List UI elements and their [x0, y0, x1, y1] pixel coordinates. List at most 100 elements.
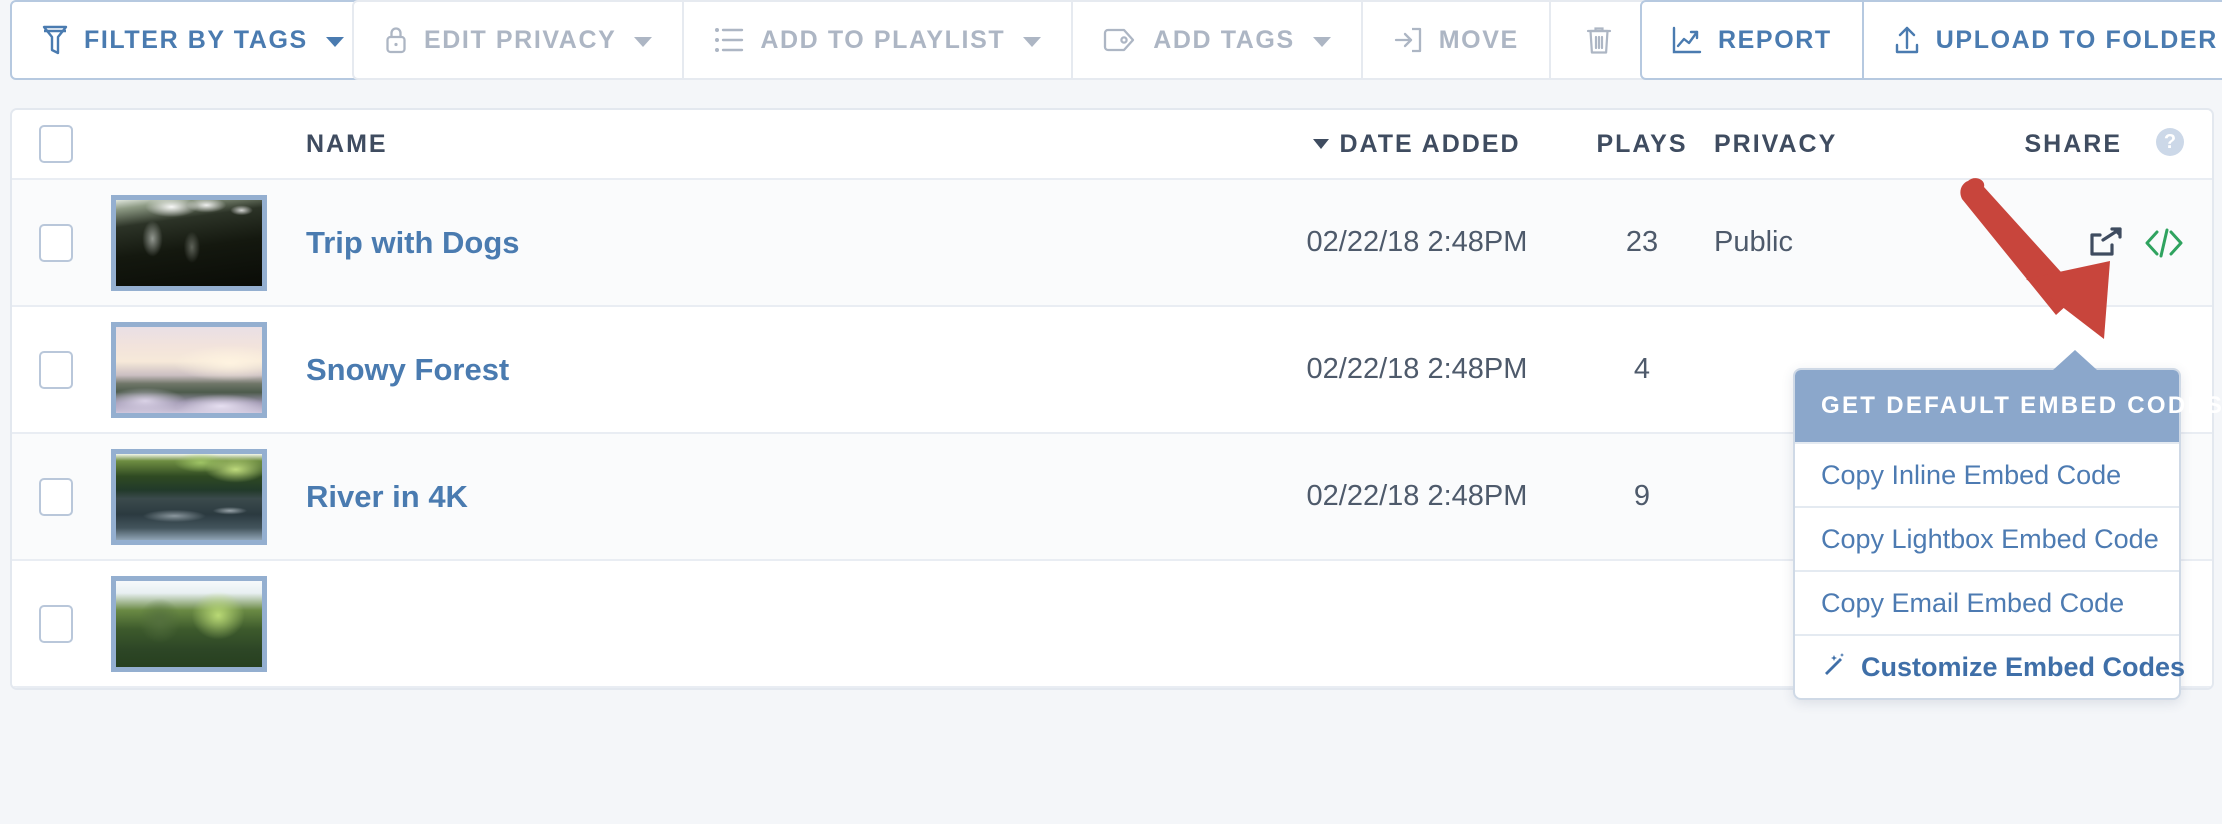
copy-inline-embed-code-item[interactable]: Copy Inline Embed Code [1795, 442, 2179, 506]
date-added-value: 02/22/18 2:48PM [1306, 226, 1528, 258]
customize-embed-codes-item[interactable]: Customize Embed Codes [1795, 634, 2185, 698]
plays-value: 9 [1633, 480, 1651, 512]
row-thumbnail-cell [100, 194, 278, 291]
video-library-page: Filter by Tags Edit Privacy [0, 0, 2222, 824]
magic-wand-icon [1821, 651, 1847, 684]
filter-by-tags-label: Filter by Tags [84, 25, 308, 54]
row-thumbnail-cell [100, 448, 278, 545]
table-header-row: NAME DATE ADDED PLAYS PRIVACY SHARE ? [12, 110, 2212, 180]
video-title-link[interactable]: Trip with Dogs [306, 225, 520, 260]
row-plays-cell: 23 [1582, 226, 1702, 259]
report-label: Report [1718, 25, 1832, 54]
row-thumbnail-cell [100, 575, 278, 672]
report-button[interactable]: Report [1642, 2, 1862, 78]
copy-lightbox-embed-code-label: Copy Lightbox Embed Code [1821, 523, 2159, 554]
row-checkbox[interactable] [39, 223, 73, 262]
row-select-cell [12, 477, 100, 516]
chevron-down-icon [325, 37, 344, 47]
thumbnail-image [116, 453, 262, 540]
share-icon[interactable] [2088, 226, 2124, 260]
row-name-cell: Snowy Forest [278, 352, 1252, 388]
date-header-cell: DATE ADDED [1252, 130, 1582, 159]
edit-privacy-label: Edit Privacy [424, 25, 617, 54]
upload-to-folder-button[interactable]: Upload to Folder [1861, 2, 2222, 78]
video-title-link[interactable]: Snowy Forest [306, 352, 509, 387]
thumbnail-image [116, 199, 262, 286]
move-label: Move [1438, 25, 1519, 54]
plays-header-cell: PLAYS [1582, 130, 1702, 159]
select-all-checkbox[interactable] [39, 125, 73, 163]
chevron-down-icon [634, 37, 653, 47]
thumb-trees-canopy[interactable] [111, 194, 267, 291]
row-name-cell: River in 4K [278, 479, 1252, 515]
upload-icon [1894, 24, 1920, 56]
row-checkbox[interactable] [39, 604, 73, 643]
move-button[interactable]: Move [1360, 2, 1549, 78]
column-header-share: SHARE [2024, 129, 2122, 158]
row-thumbnail-cell [100, 321, 278, 418]
thumbnail-image [116, 580, 262, 667]
row-checkbox[interactable] [39, 350, 73, 389]
copy-email-embed-code-item[interactable]: Copy Email Embed Code [1795, 570, 2179, 634]
row-date-cell: 02/22/18 2:48PM [1252, 226, 1582, 259]
add-to-playlist-label: Add to Playlist [760, 25, 1006, 54]
thumb-snowy-forest[interactable] [111, 321, 267, 418]
privacy-value: Public [1714, 226, 1793, 258]
plays-value: 23 [1625, 226, 1659, 258]
filter-by-tags-button[interactable]: Filter by Tags [12, 2, 374, 78]
chevron-down-icon [1312, 37, 1331, 47]
funnel-icon [42, 24, 68, 56]
embed-codes-popover: Get Default Embed Codes: Copy Inline Emb… [1793, 350, 2222, 700]
table-row[interactable]: Trip with Dogs 02/22/18 2:48PM 23 Public [12, 180, 2212, 307]
trash-icon [1585, 23, 1613, 57]
row-select-cell [12, 604, 100, 643]
share-header-cell: SHARE ? [1894, 128, 2212, 159]
thumbnail-image [116, 326, 262, 413]
row-select-cell [12, 350, 100, 389]
add-tags-label: Add Tags [1153, 25, 1295, 54]
column-header-name[interactable]: NAME [306, 130, 388, 158]
row-date-cell: 02/22/18 2:48PM [1252, 353, 1582, 386]
filter-button-group: Filter by Tags [10, 0, 376, 80]
upload-to-folder-label: Upload to Folder [1935, 25, 2218, 54]
column-header-privacy[interactable]: PRIVACY [1714, 130, 1837, 158]
chart-line-icon [1672, 25, 1702, 55]
row-date-cell: 02/22/18 2:48PM [1252, 480, 1582, 513]
thumb-river[interactable] [111, 448, 267, 545]
share-help-icon[interactable]: ? [2156, 128, 2184, 156]
tag-icon [1103, 27, 1137, 53]
lock-icon [384, 24, 408, 56]
add-tags-button[interactable]: Add Tags [1071, 2, 1361, 78]
move-to-folder-icon [1393, 25, 1423, 55]
popover-arrow-nub [2053, 350, 2097, 370]
row-checkbox[interactable] [39, 477, 73, 516]
chevron-down-icon [1023, 37, 1042, 47]
column-header-plays[interactable]: PLAYS [1596, 130, 1687, 158]
row-name-cell: Trip with Dogs [278, 225, 1252, 261]
row-plays-cell: 9 [1582, 480, 1702, 513]
add-to-playlist-button[interactable]: Add to Playlist [682, 2, 1071, 78]
right-actions-group: Report Upload to Folder [1640, 0, 2222, 80]
copy-email-embed-code-label: Copy Email Embed Code [1821, 587, 2125, 618]
privacy-header-cell: PRIVACY [1702, 130, 1894, 159]
row-share-cell [1894, 226, 2212, 260]
edit-privacy-button[interactable]: Edit Privacy [354, 2, 682, 78]
popover-title: Get Default Embed Codes: [1795, 370, 2222, 442]
customize-embed-codes-label: Customize Embed Codes [1861, 651, 2186, 682]
column-header-date-added[interactable]: DATE ADDED [1313, 130, 1520, 158]
row-privacy-cell: Public [1702, 226, 1894, 259]
select-all-cell [12, 125, 100, 163]
name-header-cell: NAME [278, 130, 1252, 159]
embed-code-icon[interactable] [2144, 227, 2184, 259]
date-added-value: 02/22/18 2:48PM [1306, 480, 1528, 512]
video-title-link[interactable]: River in 4K [306, 479, 468, 514]
date-added-value: 02/22/18 2:48PM [1306, 353, 1528, 385]
plays-value: 4 [1633, 353, 1651, 385]
bulk-actions-group: Edit Privacy Add to Playlist [352, 0, 1665, 80]
row-plays-cell: 4 [1582, 353, 1702, 386]
copy-lightbox-embed-code-item[interactable]: Copy Lightbox Embed Code [1795, 506, 2179, 570]
thumb-green-trees[interactable] [111, 575, 267, 672]
sort-desc-icon [1313, 138, 1330, 149]
list-icon [714, 26, 744, 54]
action-toolbar: Filter by Tags Edit Privacy [0, 0, 2222, 100]
